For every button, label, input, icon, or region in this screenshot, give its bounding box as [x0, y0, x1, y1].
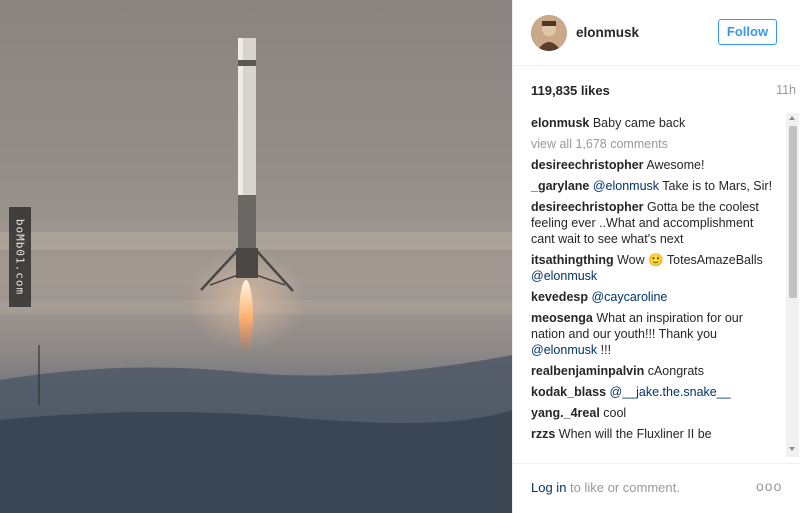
comment-mention[interactable]: @caycaroline — [591, 290, 667, 304]
comment-text: Awesome! — [643, 158, 705, 172]
comment-text: cAongrats — [644, 364, 704, 378]
comment-item: elonmusk Baby came back — [531, 115, 776, 131]
post-footer: Log in to like or comment. ooo — [513, 463, 800, 513]
scroll-up-arrow-icon[interactable] — [789, 116, 795, 120]
comment-item: kodak_blass @__jake.the.snake__ — [531, 384, 776, 400]
comment-username[interactable]: meosenga — [531, 311, 593, 325]
comment-item: itsathingthing Wow 🙂 TotesAmazeBalls @el… — [531, 252, 776, 284]
comment-text: Baby came back — [589, 116, 686, 130]
comment-mention[interactable]: @elonmusk — [531, 343, 597, 357]
comment-username[interactable]: kevedesp — [531, 290, 588, 304]
rocket-landing-image — [0, 0, 512, 513]
comment-item: desireechristopher Awesome! — [531, 157, 776, 173]
login-prompt: Log in to like or comment. — [531, 480, 680, 495]
post-sidebar: elonmusk Follow 119,835 likes 11h elonmu… — [512, 0, 800, 513]
comment-item: meosenga What an inspiration for our nat… — [531, 310, 776, 358]
post-header: elonmusk Follow — [513, 0, 800, 66]
post-timestamp[interactable]: 11h — [776, 83, 796, 97]
post-photo: boMb01.com — [0, 0, 512, 513]
likes-count[interactable]: 119,835 likes — [531, 83, 610, 98]
comment-text: !!! — [597, 343, 612, 357]
follow-button[interactable]: Follow — [718, 19, 777, 45]
comment-item: rzzs When will the Fluxliner II be — [531, 426, 776, 442]
comment-mention[interactable]: @elonmusk — [531, 269, 597, 283]
comment-username[interactable]: _garylane — [531, 179, 589, 193]
avatar[interactable] — [531, 15, 567, 51]
comment-text: When will the Fluxliner II be — [555, 427, 712, 441]
scroll-down-arrow-icon[interactable] — [789, 447, 795, 451]
comment-item: yang._4real cool — [531, 405, 776, 421]
comment-mention[interactable]: @elonmusk — [593, 179, 659, 193]
comment-item: _garylane @elonmusk Take is to Mars, Sir… — [531, 178, 776, 194]
scrollbar-thumb[interactable] — [789, 126, 797, 298]
more-options-icon[interactable]: ooo — [756, 478, 782, 494]
comment-username[interactable]: kodak_blass — [531, 385, 606, 399]
watermark: boMb01.com — [9, 207, 31, 307]
login-link[interactable]: Log in — [531, 480, 566, 495]
comments-scrollbar[interactable] — [786, 113, 799, 457]
login-prompt-text: to like or comment. — [566, 480, 680, 495]
comment-username[interactable]: desireechristopher — [531, 158, 644, 172]
view-all-comments-link[interactable]: view all 1,678 comments — [531, 136, 776, 152]
watermark-text: boMb01.com — [13, 218, 27, 296]
username[interactable]: elonmusk — [576, 25, 639, 40]
comment-text: Take is to Mars, Sir! — [659, 179, 773, 193]
comment-username[interactable]: itsathingthing — [531, 253, 614, 267]
likes-row: 119,835 likes 11h — [531, 83, 796, 101]
comment-username[interactable]: elonmusk — [531, 116, 589, 130]
comment-text: cool — [599, 406, 627, 420]
comment-username[interactable]: desireechristopher — [531, 200, 644, 214]
comment-text: Wow 🙂 TotesAmazeBalls — [613, 253, 763, 267]
comment-mention[interactable]: @__jake.the.snake__ — [610, 385, 731, 399]
comment-username[interactable]: rzzs — [531, 427, 555, 441]
comment-item: desireechristopher Gotta be the coolest … — [531, 199, 776, 247]
comment-username[interactable]: realbenjaminpalvin — [531, 364, 644, 378]
comment-list: elonmusk Baby came back view all 1,678 co… — [531, 115, 776, 457]
comment-username[interactable]: yang._4real — [531, 406, 600, 420]
comment-item: realbenjaminpalvin cAongrats — [531, 363, 776, 379]
comment-item: kevedesp @caycaroline — [531, 289, 776, 305]
